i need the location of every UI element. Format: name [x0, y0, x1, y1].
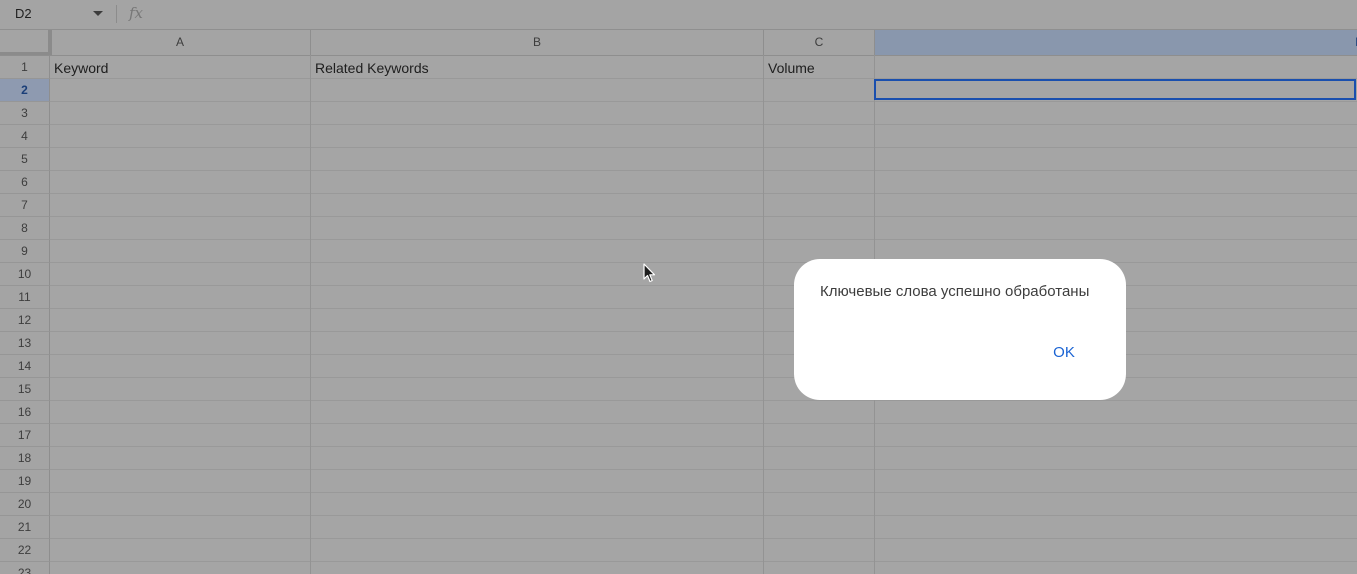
column-header-row: A B C D [0, 30, 1357, 56]
row-header-8[interactable]: 8 [0, 217, 50, 240]
row-gridline [50, 423, 1357, 424]
row-gridline [50, 469, 1357, 470]
row-gridline [50, 216, 1357, 217]
column-header-c[interactable]: C [764, 30, 875, 55]
row-header-6[interactable]: 6 [0, 171, 50, 194]
row-header-19[interactable]: 19 [0, 470, 50, 493]
row-gridline [50, 147, 1357, 148]
column-header-b[interactable]: B [311, 30, 764, 55]
row-header-16[interactable]: 16 [0, 401, 50, 424]
mouse-pointer-icon [643, 263, 656, 283]
row-gridline [50, 354, 1357, 355]
row-gridline [50, 170, 1357, 171]
row-gridline [50, 446, 1357, 447]
row-gridline [50, 101, 1357, 102]
row-header-18[interactable]: 18 [0, 447, 50, 470]
ok-button[interactable]: OK [1042, 339, 1086, 367]
formula-bar-divider [116, 5, 117, 23]
row-gridline [50, 561, 1357, 562]
row-gridline [50, 515, 1357, 516]
row-header-22[interactable]: 22 [0, 539, 50, 562]
row-gridline [50, 193, 1357, 194]
row-gridline [50, 285, 1357, 286]
row-header-2[interactable]: 2 [0, 79, 50, 102]
row-gridline [50, 377, 1357, 378]
row-header-5[interactable]: 5 [0, 148, 50, 171]
row-header-21[interactable]: 21 [0, 516, 50, 539]
fx-icon: fx [129, 4, 144, 22]
dialog-message: Ключевые слова успешно обработаны [820, 283, 1090, 300]
row-gridline [50, 239, 1357, 240]
active-cell-d2[interactable] [874, 79, 1356, 100]
row-gridline [50, 124, 1357, 125]
row-header-10[interactable]: 10 [0, 263, 50, 286]
row-header-9[interactable]: 9 [0, 240, 50, 263]
name-box[interactable]: D2 [15, 6, 32, 21]
column-header-d[interactable]: D [875, 30, 1357, 55]
row-header-14[interactable]: 14 [0, 355, 50, 378]
row-header-7[interactable]: 7 [0, 194, 50, 217]
row-header-11[interactable]: 11 [0, 286, 50, 309]
select-all-corner[interactable] [0, 30, 52, 55]
formula-bar: D2 fx [0, 0, 1357, 30]
col-divider-ab [310, 55, 311, 574]
row-header-12[interactable]: 12 [0, 309, 50, 332]
column-header-a[interactable]: A [50, 30, 311, 55]
spreadsheet-app: D2 fx A B C D 12345678910111213141516171… [0, 0, 1357, 574]
cell-b1[interactable]: Related Keywords [315, 60, 429, 76]
row-gridline [50, 400, 1357, 401]
row-gridline [50, 538, 1357, 539]
row-header-3[interactable]: 3 [0, 102, 50, 125]
row-header-15[interactable]: 15 [0, 378, 50, 401]
row-header-4[interactable]: 4 [0, 125, 50, 148]
alert-dialog: Ключевые слова успешно обработаны OK [794, 259, 1126, 400]
row-header-17[interactable]: 17 [0, 424, 50, 447]
row-header-23[interactable]: 23 [0, 562, 50, 574]
row-gridline [50, 492, 1357, 493]
row-gridline [50, 262, 1357, 263]
row-gridline [50, 331, 1357, 332]
row-gridline [50, 308, 1357, 309]
cell-a1[interactable]: Keyword [54, 60, 108, 76]
row-header-13[interactable]: 13 [0, 332, 50, 355]
row-header-1[interactable]: 1 [0, 56, 50, 79]
cell-c1[interactable]: Volume [768, 60, 815, 76]
col-divider-bc [763, 55, 764, 574]
chevron-down-icon[interactable] [93, 11, 103, 16]
row-header-20[interactable]: 20 [0, 493, 50, 516]
